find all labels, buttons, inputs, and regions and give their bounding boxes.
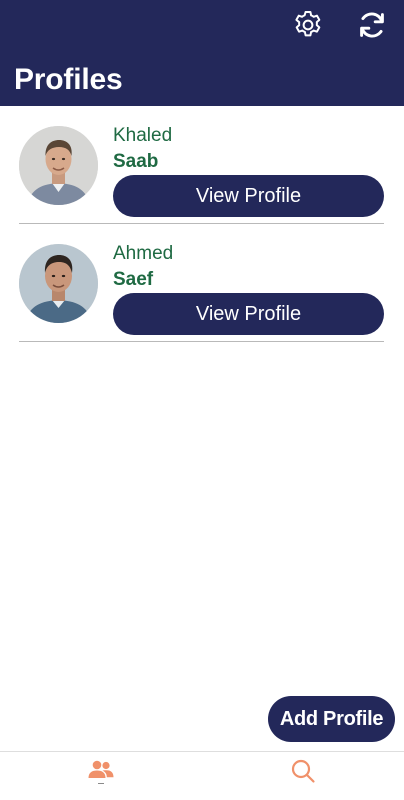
add-profile-button[interactable]: Add Profile [268,696,395,742]
profile-list: Khaled Saab View Profile Ahmed Saef View… [0,106,404,342]
nav-item-profiles[interactable] [0,752,202,800]
profiles-screen: Profiles Khaled Saab View Profile Ahmed … [0,0,404,800]
gear-icon [295,10,321,37]
divider [19,341,384,342]
page-title: Profiles [14,63,123,96]
people-icon [88,760,114,778]
first-name: Ahmed [113,243,174,264]
app-header: Profiles [0,0,404,106]
view-profile-button[interactable]: View Profile [113,293,384,335]
view-profile-button[interactable]: View Profile [113,175,384,217]
profile-card: Khaled Saab View Profile [0,106,404,224]
profile-card: Ahmed Saef View Profile [0,224,404,342]
profile-photo [19,126,98,205]
avatar [19,244,98,323]
nav-item-search[interactable] [202,752,404,800]
profile-photo [19,244,98,323]
last-name: Saef [113,269,154,290]
bottom-navigation [0,751,404,800]
last-name: Saab [113,151,159,172]
avatar [19,126,98,205]
active-tab-indicator [98,783,104,784]
settings-button[interactable] [291,8,325,42]
refresh-button[interactable] [355,8,389,42]
refresh-icon [360,12,384,38]
search-icon [291,759,315,783]
first-name: Khaled [113,125,173,146]
